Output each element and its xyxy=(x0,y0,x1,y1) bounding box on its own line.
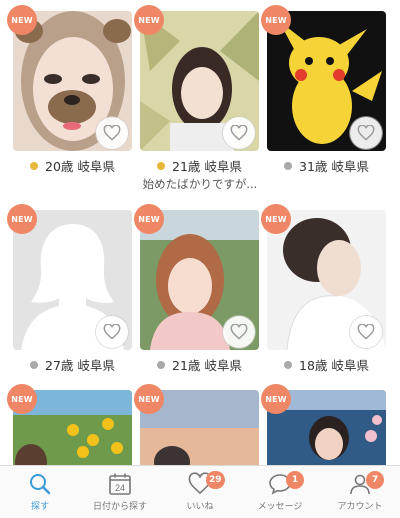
search-icon xyxy=(30,474,51,495)
profile-meta: 21歳 岐阜県 xyxy=(140,156,259,175)
heart-outline-icon xyxy=(103,324,121,340)
tab-label: アカウント xyxy=(337,502,383,512)
new-badge: NEW xyxy=(261,384,291,414)
tab-likes[interactable]: 29 いいね xyxy=(160,466,240,518)
tab-messages[interactable]: 1 メッセージ xyxy=(240,466,320,518)
calendar-icon: 24 xyxy=(109,473,131,495)
profile-meta: 21歳 岐阜県 xyxy=(140,355,259,374)
account-count-badge: 7 xyxy=(366,471,384,489)
new-badge: NEW xyxy=(7,384,37,414)
tab-search[interactable]: 探す xyxy=(0,466,80,518)
tab-label: 探す xyxy=(30,502,49,512)
new-badge: NEW xyxy=(261,5,291,35)
profile-age: 21歳 xyxy=(172,159,201,174)
new-badge: NEW xyxy=(134,384,164,414)
profile-location: 岐阜県 xyxy=(331,358,369,373)
profile-age: 27歳 xyxy=(45,358,74,373)
profile-location: 岐阜県 xyxy=(77,358,115,373)
profile-meta: 18歳 岐阜県 xyxy=(267,355,386,374)
offline-status-dot xyxy=(30,360,39,369)
online-status-dot xyxy=(30,161,39,170)
like-button[interactable] xyxy=(223,316,255,348)
tab-label: いいね xyxy=(186,502,214,512)
tab-label: 日付から探す xyxy=(92,502,147,512)
heart-outline-icon xyxy=(230,125,248,141)
like-button[interactable] xyxy=(350,316,382,348)
likes-count-badge: 29 xyxy=(206,471,225,489)
new-badge: NEW xyxy=(134,5,164,35)
profile-grid: NEW 20歳 岐阜県 NEW 21歳 岐阜県 NEW 31歳 岐阜県 始めたば… xyxy=(0,0,400,465)
profile-age: 31歳 xyxy=(299,159,328,174)
heart-outline-icon xyxy=(230,324,248,340)
offline-status-dot xyxy=(157,360,166,369)
profile-location: 岐阜県 xyxy=(204,159,242,174)
like-button[interactable] xyxy=(350,117,382,149)
heart-outline-icon xyxy=(103,125,121,141)
like-button[interactable] xyxy=(223,117,255,149)
profile-meta: 27歳 岐阜県 xyxy=(13,355,132,374)
profile-meta: 20歳 岐阜県 xyxy=(13,156,132,175)
heart-outline-icon xyxy=(357,125,375,141)
new-badge: NEW xyxy=(7,204,37,234)
heart-outline-icon xyxy=(357,324,375,340)
tab-account[interactable]: 7 アカウント xyxy=(320,466,400,518)
profile-age: 20歳 xyxy=(45,159,74,174)
like-button[interactable] xyxy=(96,117,128,149)
new-badge: NEW xyxy=(134,204,164,234)
tab-label: メッセージ xyxy=(257,502,303,512)
calendar-day: 24 xyxy=(115,483,125,493)
profile-comment: 始めたばかりですが... xyxy=(142,177,258,191)
profile-location: 岐阜県 xyxy=(331,159,369,174)
offline-status-dot xyxy=(284,161,293,170)
tab-search-by-date[interactable]: 24 日付から探す xyxy=(80,466,160,518)
bottom-tab-bar: 探す 24 日付から探す 29 いいね 1 メッセージ 7 アカウント xyxy=(0,465,400,518)
offline-status-dot xyxy=(284,360,293,369)
online-status-dot xyxy=(157,161,166,170)
profile-location: 岐阜県 xyxy=(204,358,242,373)
profile-age: 21歳 xyxy=(172,358,201,373)
profile-age: 18歳 xyxy=(299,358,328,373)
like-button[interactable] xyxy=(96,316,128,348)
new-badge: NEW xyxy=(7,5,37,35)
profile-meta: 31歳 岐阜県 xyxy=(267,156,386,175)
profile-location: 岐阜県 xyxy=(77,159,115,174)
messages-count-badge: 1 xyxy=(286,471,304,489)
new-badge: NEW xyxy=(261,204,291,234)
